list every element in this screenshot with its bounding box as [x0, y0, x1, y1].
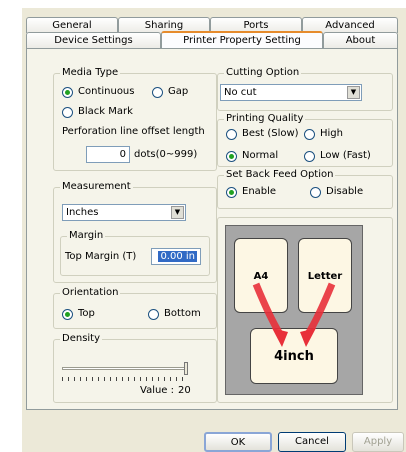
media-black-mark-radio[interactable]: Black Mark	[62, 106, 133, 118]
back-feed-group: Set Back Feed Option Enable Disable	[217, 169, 393, 209]
orientation-top-radio[interactable]: Top	[62, 308, 95, 320]
tab-general[interactable]: General	[26, 17, 118, 33]
printing-quality-title: Printing Quality	[224, 113, 306, 125]
radio-indicator	[310, 186, 321, 198]
radio-indicator	[148, 308, 159, 320]
measurement-group: Measurement Inches ▼ Margin Top Margin (T…	[53, 181, 217, 283]
media-gap-radio[interactable]: Gap	[152, 86, 188, 98]
cutting-option-select[interactable]: No cut ▼	[220, 84, 362, 101]
printing-quality-group: Printing Quality Best (Slow) High Normal…	[217, 113, 393, 167]
media-continuous-label: Continuous	[78, 86, 135, 97]
merge-arrows-icon	[252, 282, 336, 347]
tab-printer-property-setting[interactable]: Printer Property Setting	[161, 31, 323, 49]
tab-row-bottom: Device Settings About Printer Property S…	[26, 31, 402, 49]
media-type-title: Media Type	[60, 67, 121, 79]
orientation-group: Orientation Top Bottom	[53, 287, 217, 329]
slider-ticks	[62, 377, 188, 381]
backfeed-enable-label: Enable	[242, 186, 277, 197]
ok-button[interactable]: OK	[204, 432, 272, 452]
media-type-group: Media Type Continuous Gap Black Mark Per…	[53, 67, 217, 171]
chevron-down-icon[interactable]: ▼	[347, 86, 360, 99]
slider-track	[62, 367, 188, 370]
radio-indicator	[62, 308, 73, 320]
backfeed-enable-radio[interactable]: Enable	[226, 186, 276, 198]
chevron-down-icon[interactable]: ▼	[171, 206, 184, 219]
backfeed-disable-label: Disable	[326, 186, 364, 197]
paper-size-diagram-frame: A4 Letter 4inch	[217, 217, 393, 403]
density-value: 20	[178, 385, 191, 396]
density-slider[interactable]	[62, 362, 188, 382]
perforation-offset-input[interactable]: 0	[86, 146, 130, 163]
radio-indicator	[152, 86, 163, 98]
orientation-bottom-label: Bottom	[164, 308, 201, 319]
quality-low-radio[interactable]: Low (Fast)	[304, 150, 371, 162]
density-group: Density Value : 20	[53, 333, 217, 403]
quality-normal-label: Normal	[242, 150, 279, 161]
radio-indicator	[304, 150, 315, 162]
density-value-label: Value :	[140, 385, 175, 396]
backfeed-disable-radio[interactable]: Disable	[310, 186, 363, 198]
top-margin-value: 0.00 in	[158, 251, 197, 262]
perforation-offset-label: Perforation line offset length	[60, 126, 207, 138]
printer-properties-window: General Sharing Ports Advanced Device Se…	[22, 8, 406, 452]
quality-normal-radio[interactable]: Normal	[226, 150, 278, 162]
orientation-top-label: Top	[78, 308, 95, 319]
top-margin-input[interactable]: 0.00 in	[151, 248, 201, 265]
density-title: Density	[60, 333, 103, 345]
margin-group: Margin Top Margin (T) 0.00 in	[60, 230, 210, 276]
quality-high-radio[interactable]: High	[304, 128, 343, 140]
back-feed-title: Set Back Feed Option	[224, 169, 336, 181]
top-margin-label: Top Margin (T)	[65, 251, 137, 262]
slider-thumb[interactable]	[184, 362, 188, 375]
measurement-value: Inches	[66, 207, 99, 218]
orientation-title: Orientation	[60, 287, 121, 299]
cutting-option-value: No cut	[224, 87, 257, 98]
radio-indicator	[62, 106, 73, 118]
cancel-button[interactable]: Cancel	[278, 432, 346, 452]
radio-indicator	[226, 128, 237, 140]
margin-title: Margin	[67, 230, 106, 242]
tab-device-settings[interactable]: Device Settings	[26, 32, 161, 48]
radio-indicator	[226, 150, 237, 162]
quality-best-label: Best (Slow)	[242, 128, 299, 139]
radio-indicator	[304, 128, 315, 140]
quality-high-label: High	[320, 128, 343, 139]
media-black-mark-label: Black Mark	[78, 106, 133, 117]
apply-button[interactable]: Apply	[352, 432, 404, 452]
paper-size-diagram: A4 Letter 4inch	[225, 225, 363, 395]
radio-indicator	[62, 86, 73, 98]
measurement-select[interactable]: Inches ▼	[62, 204, 186, 221]
tab-content-panel: Media Type Continuous Gap Black Mark Per…	[26, 48, 398, 410]
orientation-bottom-radio[interactable]: Bottom	[148, 308, 201, 320]
quality-best-radio[interactable]: Best (Slow)	[226, 128, 299, 140]
media-continuous-radio[interactable]: Continuous	[62, 86, 134, 98]
quality-low-label: Low (Fast)	[320, 150, 371, 161]
media-gap-label: Gap	[168, 86, 189, 97]
radio-indicator	[226, 186, 237, 198]
perforation-offset-unit: dots(0~999)	[134, 149, 198, 160]
measurement-title: Measurement	[60, 181, 133, 193]
cutting-option-title: Cutting Option	[224, 67, 302, 79]
cutting-option-group: Cutting Option No cut ▼	[217, 67, 393, 111]
tab-about[interactable]: About	[323, 32, 398, 48]
